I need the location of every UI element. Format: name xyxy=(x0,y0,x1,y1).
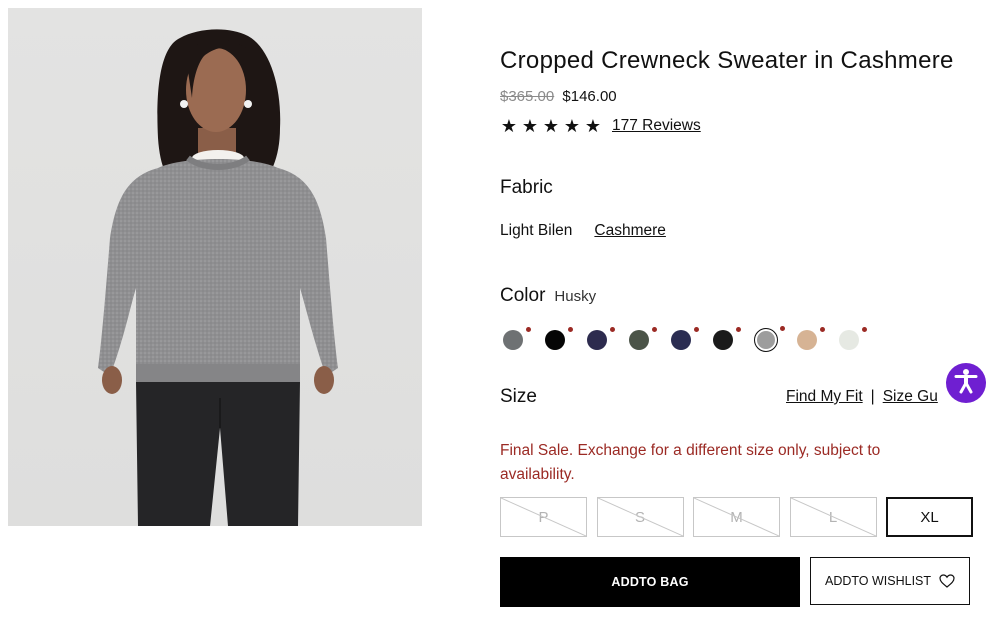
star-rating: ★ ★ ★ ★ ★ xyxy=(500,116,602,136)
find-my-fit-link[interactable]: Find My Fit xyxy=(786,388,863,406)
color-swatch[interactable] xyxy=(587,327,615,350)
size-option-button[interactable]: S xyxy=(596,497,684,537)
original-price: $365.00 xyxy=(500,88,555,105)
product-title: Cropped Crewneck Sweater in Cashmere xyxy=(500,47,954,74)
star-icon: ★ xyxy=(542,116,560,136)
swatch-indicator-dot xyxy=(568,327,573,332)
product-details: Cropped Crewneck Sweater in Cashmere $36… xyxy=(500,0,980,626)
accessibility-button[interactable] xyxy=(946,363,986,403)
star-icon: ★ xyxy=(521,116,539,136)
size-option-button[interactable]: P xyxy=(500,497,587,537)
color-heading: Color xyxy=(500,285,546,306)
star-icon: ★ xyxy=(563,116,581,136)
size-links-separator: | xyxy=(870,388,875,405)
swatch-indicator-dot xyxy=(526,327,531,332)
rating-row: ★ ★ ★ ★ ★ 177 Reviews xyxy=(500,116,701,136)
color-swatch[interactable] xyxy=(545,327,573,350)
swatch-indicator-dot xyxy=(820,327,825,332)
price-row: $365.00 $146.00 xyxy=(500,88,617,105)
selected-color-name: Husky xyxy=(554,288,597,305)
add-to-wishlist-label: ADDTO WISHLIST xyxy=(824,574,932,588)
fabric-options: Light Bilen Cashmere xyxy=(500,222,666,240)
size-option-label: M xyxy=(730,508,743,526)
size-guide-link[interactable]: Size Gu xyxy=(883,388,938,406)
size-option-label: L xyxy=(828,508,838,526)
size-links: Find My Fit | Size Gu xyxy=(786,388,938,406)
star-icon: ★ xyxy=(500,116,518,136)
product-image[interactable] xyxy=(8,8,422,526)
size-option-button[interactable]: XL xyxy=(886,497,973,537)
color-swatches xyxy=(500,326,880,356)
accessibility-icon xyxy=(951,366,981,401)
color-swatch[interactable] xyxy=(629,327,657,350)
color-swatch[interactable] xyxy=(671,327,699,350)
color-heading-row: Color Husky xyxy=(500,285,596,307)
swatch-indicator-dot xyxy=(610,327,615,332)
add-to-wishlist-button[interactable]: ADDTO WISHLIST xyxy=(810,557,970,605)
color-swatch[interactable] xyxy=(839,327,867,350)
swatch-indicator-dot xyxy=(652,327,657,332)
fabric-heading: Fabric xyxy=(500,177,553,198)
swatch-indicator-dot xyxy=(694,327,699,332)
swatch-indicator-dot xyxy=(862,327,867,332)
sale-price: $146.00 xyxy=(562,88,617,105)
size-option-button[interactable]: L xyxy=(789,497,877,537)
model-photo xyxy=(98,29,338,526)
add-to-bag-label: ADDTO BAG xyxy=(611,575,689,589)
color-swatch[interactable] xyxy=(503,327,531,350)
reviews-link[interactable]: 177 Reviews xyxy=(612,117,701,135)
add-to-bag-button[interactable]: ADDTO BAG xyxy=(500,557,800,607)
star-icon: ★ xyxy=(584,116,602,136)
color-swatch[interactable] xyxy=(754,326,785,352)
size-option-label: S xyxy=(634,508,645,526)
heart-icon xyxy=(939,574,955,588)
size-option-button[interactable]: M xyxy=(693,497,780,537)
size-heading: Size xyxy=(500,386,537,407)
color-swatch[interactable] xyxy=(797,327,825,350)
size-option-label: XL xyxy=(920,508,939,526)
fabric-option[interactable]: Light Bilen xyxy=(500,222,572,240)
swatch-indicator-dot xyxy=(736,327,741,332)
final-sale-note: Final Sale. Exchange for a different siz… xyxy=(500,442,881,483)
swatch-indicator-dot xyxy=(780,326,785,331)
color-swatch[interactable] xyxy=(713,327,741,350)
size-option-label: P xyxy=(538,508,549,526)
fabric-option[interactable]: Cashmere xyxy=(594,222,666,240)
